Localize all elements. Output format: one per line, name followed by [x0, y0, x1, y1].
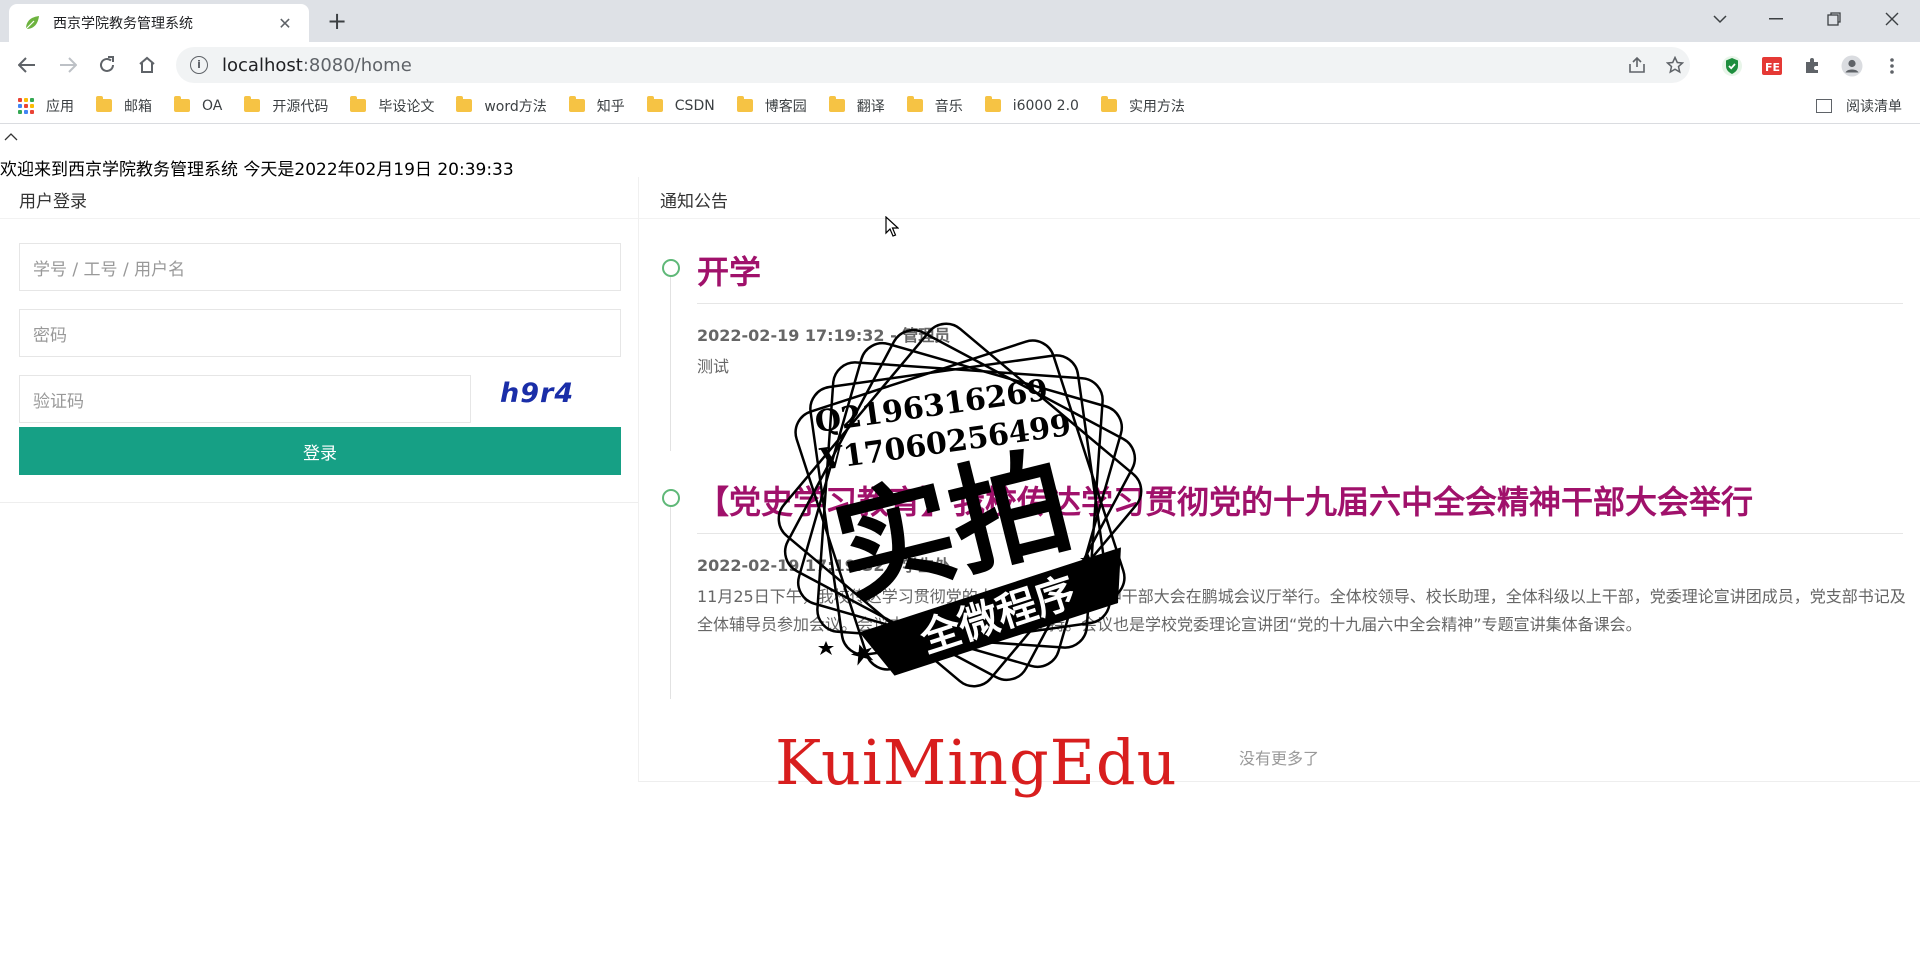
folder-icon [350, 96, 367, 112]
url-text[interactable]: localhost:8080/home [222, 55, 412, 76]
login-panel: 用户登录 学号 / 工号 / 用户名 密码 验证码 h9r4 登录 [0, 177, 638, 503]
menu-kebab-icon[interactable] [1880, 54, 1904, 78]
bookmark-folder[interactable]: i6000 2.0 [984, 96, 1079, 114]
bookmark-apps[interactable]: 应用 [18, 96, 74, 116]
notice-title[interactable]: 【党史学习教育】我校传达学习贯彻党的十九届六中全会精神干部大会举行 [697, 477, 1897, 523]
folder-icon [984, 96, 1001, 112]
timeline-line [670, 507, 671, 699]
collapse-caret-icon[interactable] [4, 129, 18, 145]
notice-meta: 2022-02-19 17:19:32 - 学生处 [697, 556, 951, 575]
password-input[interactable]: 密码 [19, 309, 621, 357]
site-info-icon[interactable]: i [190, 56, 208, 74]
address-bar[interactable]: i localhost:8080/home [176, 47, 1690, 83]
apps-grid-icon [18, 97, 34, 114]
notice-title[interactable]: 开学 [697, 247, 1897, 293]
timeline-dot [662, 489, 680, 507]
bookmark-folder[interactable]: word方法 [456, 96, 547, 116]
fe-extension-icon[interactable]: FE [1760, 54, 1784, 78]
bookmark-folder[interactable]: 翻译 [828, 96, 885, 116]
notice-body: 11月25日下午，我校传达学习贯彻党的十九届六中全会精神干部大会在鹏城会议厅举行… [697, 587, 1906, 634]
bookmark-folder[interactable]: 博客园 [736, 96, 807, 116]
mouse-cursor-icon [885, 216, 899, 237]
bookmark-folder[interactable]: 毕设论文 [350, 96, 434, 116]
restore-icon[interactable] [1806, 0, 1862, 38]
bookmark-folder[interactable]: CSDN [646, 96, 715, 114]
notice-body: 测试 [697, 357, 730, 376]
chevron-down-icon[interactable] [1692, 0, 1748, 38]
folder-icon [568, 96, 585, 112]
notice-meta: 2022-02-19 17:19:32 - 管理员 [697, 326, 951, 345]
timeline-line [670, 277, 671, 451]
folder-icon [736, 96, 753, 112]
timeline-dot [662, 259, 680, 277]
browser-toolbar: i localhost:8080/home FE [0, 42, 1920, 88]
folder-icon [174, 96, 190, 112]
folder-icon [96, 96, 112, 112]
bookmark-folder[interactable]: 音乐 [906, 96, 963, 116]
no-more-text: 没有更多了 [1239, 749, 1320, 768]
captcha-input[interactable]: 验证码 [19, 375, 471, 423]
home-icon[interactable] [132, 50, 162, 80]
forward-icon[interactable] [53, 50, 83, 80]
folder-icon [646, 96, 663, 112]
login-header: 用户登录 [0, 177, 638, 219]
folder-icon [828, 96, 845, 112]
folder-icon [906, 96, 923, 112]
share-icon[interactable] [1622, 47, 1652, 83]
folder-icon [456, 96, 473, 112]
puzzle-extension-icon[interactable] [1800, 54, 1824, 78]
bookmark-folder[interactable]: 邮箱 [96, 96, 152, 116]
page-content: 欢迎来到西京学院教务管理系统 今天是2022年02月19日 20:39:33 用… [0, 125, 1920, 969]
tab-close-icon[interactable]: ✕ [275, 14, 295, 33]
notice-panel: 通知公告 开学 2022-02-19 17:19:32 - 管理员 测试 【党史… [638, 177, 1920, 782]
folder-icon [1100, 96, 1117, 112]
bookmark-folder[interactable]: 开源代码 [244, 96, 328, 116]
new-tab-button[interactable]: + [323, 8, 351, 36]
reading-list-icon [1816, 99, 1832, 113]
reload-icon[interactable] [92, 50, 122, 80]
divider [697, 303, 1903, 304]
back-icon[interactable] [12, 50, 42, 80]
minimize-icon[interactable] [1748, 0, 1804, 38]
notice-header: 通知公告 [639, 177, 1920, 219]
captcha-image[interactable]: h9r4 [500, 378, 590, 412]
username-input[interactable]: 学号 / 工号 / 用户名 [19, 243, 621, 291]
bookmark-folder[interactable]: 知乎 [568, 96, 625, 116]
close-icon[interactable] [1864, 0, 1920, 38]
profile-avatar-icon[interactable] [1840, 54, 1864, 78]
bookmark-folder[interactable]: OA [174, 96, 222, 114]
tab-title: 西京学院教务管理系统 [53, 16, 193, 32]
browser-tab[interactable]: 西京学院教务管理系统 ✕ [9, 4, 309, 42]
bookmarks-bar: 应用 邮箱 OA 开源代码 毕设论文 word方法 知乎 CSDN 博客园 翻译… [0, 88, 1920, 124]
divider [697, 533, 1903, 534]
folder-icon [244, 96, 261, 112]
login-button[interactable]: 登录 [19, 427, 621, 475]
bookmark-star-icon[interactable] [1660, 47, 1690, 83]
leaf-icon [25, 16, 39, 30]
tab-bar: 西京学院教务管理系统 ✕ + [0, 0, 1920, 42]
reading-list[interactable]: 阅读清单 [1816, 88, 1902, 124]
bookmark-folder[interactable]: 实用方法 [1100, 96, 1185, 116]
svg-text:FE: FE [1765, 61, 1780, 74]
shield-extension-icon[interactable] [1720, 54, 1744, 78]
